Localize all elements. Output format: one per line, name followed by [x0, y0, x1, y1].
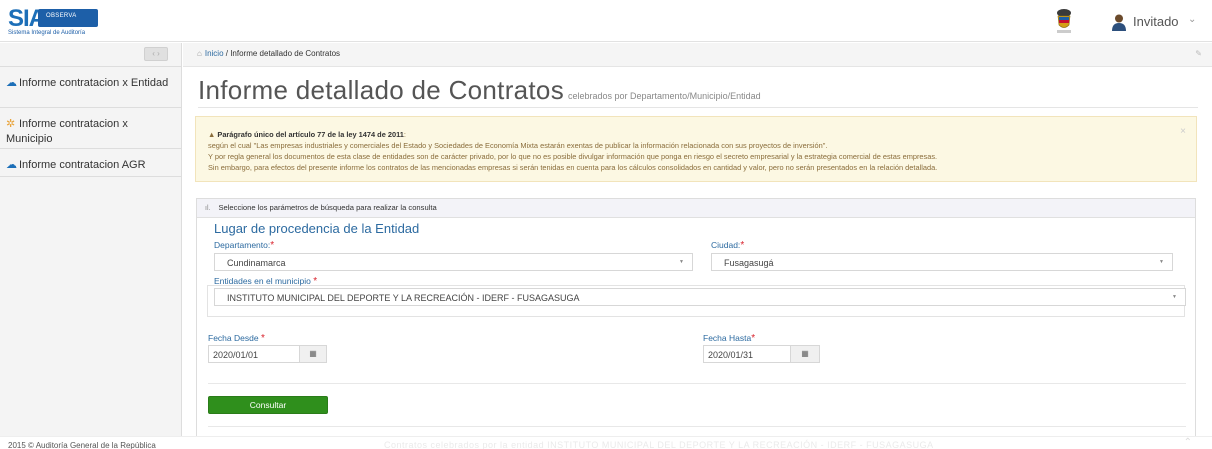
consultar-button[interactable]: Consultar: [208, 396, 328, 414]
breadcrumb-home-link[interactable]: Inicio: [205, 49, 224, 58]
fecha-desde-label: Fecha Desde *: [208, 333, 265, 344]
fecha-hasta-label: Fecha Hasta*: [703, 333, 755, 344]
legal-notice-alert: ▲ Parágrafo único del artículo 77 de la …: [195, 116, 1197, 182]
departamento-label: Departamento:*: [214, 240, 274, 251]
cloud-icon: ☁: [6, 77, 17, 89]
fecha-desde-input[interactable]: 2020/01/01: [208, 345, 300, 363]
fecha-hasta-input[interactable]: 2020/01/31: [703, 345, 791, 363]
alert-title: Parágrafo único del artículo 77 de la le…: [217, 130, 404, 139]
sidebar-item-label: Informe contratacion AGR: [19, 159, 146, 171]
sidebar: ‹ › ☁ Informe contratacion x Entidad ✲ Inf…: [0, 43, 182, 449]
ciudad-value: Fusagasugá: [724, 258, 774, 268]
alert-heading: ▲ Parágrafo único del artículo 77 de la …: [208, 129, 1184, 140]
cloud-icon: ☁: [6, 159, 17, 171]
logo-subtitle: Sistema Integral de Auditoría: [8, 30, 86, 36]
divider: [208, 426, 1186, 427]
footer-copyright: 2015 © Auditoría General de la República: [8, 441, 156, 449]
sidebar-item-label: Informe contratacion x Municipio: [6, 118, 128, 145]
scroll-up-icon[interactable]: ⌃: [1184, 437, 1192, 448]
sidebar-collapse-button[interactable]: ‹ ›: [144, 47, 168, 61]
alert-line: Y por regla general los documentos de es…: [208, 152, 938, 161]
sidebar-item-label: Informe contratacion x Entidad: [19, 77, 169, 89]
chevron-down-icon: ▼: [1172, 294, 1177, 300]
departamento-value: Cundinamarca: [227, 258, 286, 268]
top-navbar: SIA OBSERVA Sistema Integral de Auditorí…: [0, 0, 1212, 42]
ciudad-label: Ciudad:*: [711, 240, 744, 251]
required-mark: *: [313, 276, 318, 287]
sidebar-item-contratacion-entidad[interactable]: ☁ Informe contratacion x Entidad: [0, 67, 182, 108]
entidades-label-text: Entidades en el municipio: [214, 276, 311, 286]
breadcrumb: ⌂ Inicio / Informe detallado de Contratos…: [183, 43, 1212, 67]
alert-line: según el cual "Las empresas industriales…: [208, 141, 828, 150]
alert-title-suffix: :: [403, 130, 406, 139]
divider: [208, 383, 1186, 384]
divider: [198, 107, 1198, 108]
edit-icon[interactable]: ✎: [1195, 49, 1202, 58]
results-heading-faded: Contratos celebrados por la entidad INST…: [384, 440, 934, 449]
sidebar-header: ‹ ›: [0, 43, 182, 67]
fecha-hasta-label-text: Fecha Hasta: [703, 333, 752, 343]
entidades-select[interactable]: INSTITUTO MUNICIPAL DEL DEPORTE Y LA REC…: [214, 288, 1186, 306]
panel-header: ıl. Seleccione los parámetros de búsqueda…: [197, 199, 1195, 218]
breadcrumb-current: Informe detallado de Contratos: [230, 49, 341, 58]
home-icon: ⌂: [197, 49, 202, 58]
sidebar-item-contratacion-municipio[interactable]: ✲ Informe contratacion x Municipio: [0, 108, 182, 149]
footer: 2015 © Auditoría General de la República…: [0, 436, 1212, 449]
required-mark: *: [270, 240, 275, 251]
gear-icon: ✲: [6, 118, 16, 130]
ciudad-label-text: Ciudad:: [711, 240, 741, 250]
ciudad-select[interactable]: Fusagasugá ▼: [711, 253, 1173, 271]
logo-badge-text: OBSERVA: [46, 13, 77, 19]
user-menu-name[interactable]: Invitado: [1133, 14, 1179, 29]
sidebar-item-contratacion-agr[interactable]: ☁ Informe contratacion AGR: [0, 149, 182, 177]
page-subtitle: celebrados por Departamento/Municipio/En…: [568, 91, 761, 101]
colombia-crest-icon: [1057, 9, 1071, 33]
user-avatar-icon[interactable]: [1110, 13, 1128, 31]
required-mark: *: [260, 333, 265, 344]
calendar-icon[interactable]: ▦: [299, 345, 327, 363]
section-title: Lugar de procedencia de la Entidad: [214, 221, 420, 236]
chevron-down-icon: ▼: [1159, 259, 1164, 265]
chevron-down-icon[interactable]: ⌄: [1188, 14, 1196, 25]
departamento-label-text: Departamento:: [214, 240, 271, 250]
page-title-text: Informe detallado de Contratos: [198, 75, 564, 105]
departamento-select[interactable]: Cundinamarca ▼: [214, 253, 693, 271]
required-mark: *: [740, 240, 745, 251]
alert-line: Sin embargo, para efectos del presente i…: [208, 163, 938, 172]
entidades-value: INSTITUTO MUNICIPAL DEL DEPORTE Y LA REC…: [227, 293, 580, 303]
close-icon[interactable]: ×: [1180, 126, 1186, 137]
panel-title: Seleccione los parámetros de búsqueda pa…: [218, 203, 437, 212]
warning-icon: ▲: [208, 130, 216, 139]
entidades-label: Entidades en el municipio *: [214, 276, 317, 287]
bar-chart-icon: ıl.: [205, 205, 211, 212]
fecha-desde-label-text: Fecha Desde: [208, 333, 259, 343]
page-title: Informe detallado de Contratos celebrados…: [198, 75, 761, 106]
required-mark: *: [751, 333, 756, 344]
sia-observa-logo[interactable]: SIA OBSERVA Sistema Integral de Auditorí…: [8, 5, 98, 37]
calendar-icon[interactable]: ▦: [790, 345, 820, 363]
chevron-down-icon: ▼: [679, 259, 684, 265]
